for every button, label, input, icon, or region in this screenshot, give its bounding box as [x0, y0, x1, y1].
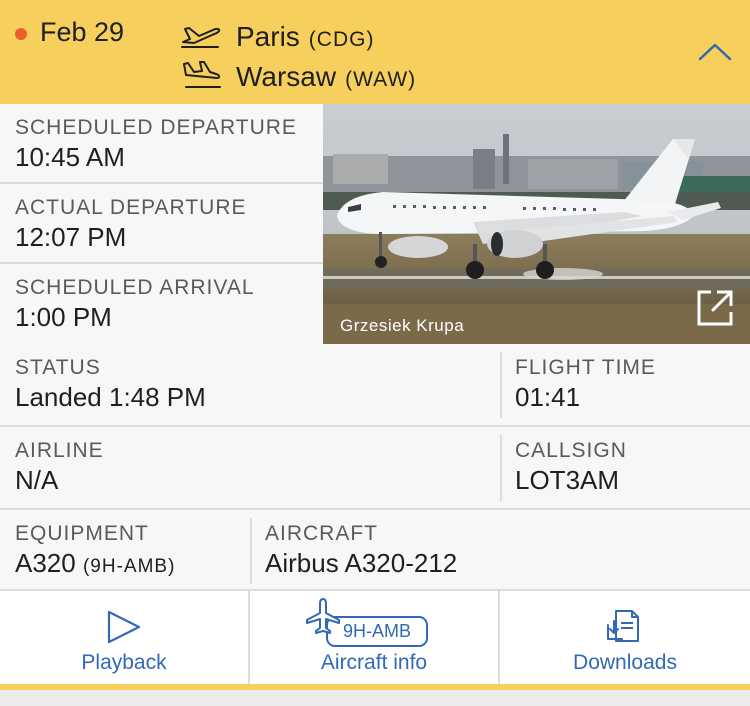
scheduled-departure: SCHEDULED DEPARTURE 10:45 AM [0, 104, 323, 184]
airline-value: N/A [15, 465, 59, 495]
scheduled-departure-label: SCHEDULED DEPARTURE [15, 116, 297, 139]
aircraft-photo-image [323, 104, 750, 344]
divider [250, 518, 252, 584]
status-dot [15, 28, 27, 40]
play-icon [107, 610, 141, 644]
status-label: STATUS [15, 356, 101, 379]
origin-code: (CDG) [308, 28, 375, 51]
airline-label: AIRLINE [15, 439, 104, 462]
origin-city: Paris [236, 21, 300, 52]
destination-code: (WAW) [345, 68, 417, 91]
equipment-value: A320 [15, 548, 76, 578]
equipment-registration: (9H-AMB) [82, 556, 176, 577]
divider [500, 435, 502, 501]
times-panel: SCHEDULED DEPARTURE 10:45 AM ACTUAL DEPA… [0, 104, 323, 344]
downloads-label: Downloads [573, 651, 677, 674]
actual-departure-label: ACTUAL DEPARTURE [15, 196, 247, 219]
equipment-label: EQUIPMENT [15, 522, 149, 545]
callsign-value: LOT3AM [515, 465, 620, 495]
next-flight-strip[interactable] [0, 690, 750, 706]
destination-city: Warsaw [236, 61, 337, 92]
divider [500, 352, 502, 418]
origin-row: Paris (CDG) [180, 16, 374, 53]
plane-tag-icon: 9H-AMB [306, 598, 428, 647]
destination-row: Warsaw (WAW) [180, 56, 416, 93]
actual-departure: ACTUAL DEPARTURE 12:07 PM [0, 184, 323, 264]
arrival-plane-icon [183, 61, 221, 88]
flight-time-value: 01:41 [515, 382, 581, 412]
download-document-icon [607, 610, 639, 642]
chevron-up-icon[interactable] [697, 40, 733, 64]
external-link-icon[interactable] [695, 288, 735, 328]
photo-credit: Grzesiek Krupa [340, 316, 465, 335]
callsign-label: CALLSIGN [515, 439, 627, 462]
equipment-value-group: A320 (9H-AMB) [15, 548, 175, 579]
status-value: Landed 1:48 PM [15, 382, 206, 412]
aircraft-value: Airbus A320-212 [265, 548, 458, 578]
flight-time-label: FLIGHT TIME [515, 356, 656, 379]
scheduled-arrival: SCHEDULED ARRIVAL 1:00 PM [0, 264, 323, 344]
aircraft-photo[interactable]: Grzesiek Krupa [323, 104, 750, 344]
equipment-row: EQUIPMENT A320 (9H-AMB) AIRCRAFT Airbus … [0, 510, 750, 591]
aircraft-info-label: Aircraft info [320, 651, 428, 674]
departure-plane-icon [181, 27, 221, 48]
aircraft-tag: 9H-AMB [343, 621, 411, 641]
flight-date: Feb 29 [40, 17, 125, 47]
aircraft-info-button[interactable]: 9H-AMB Aircraft info [250, 591, 500, 685]
flight-header[interactable]: Feb 29 Paris (CDG) Warsaw (WAW) [0, 0, 750, 104]
action-bar: Playback 9H-AMB Aircraft info Downloads [0, 591, 750, 685]
airline-row: AIRLINE N/A CALLSIGN LOT3AM [0, 427, 750, 510]
playback-button[interactable]: Playback [0, 591, 250, 685]
aircraft-label: AIRCRAFT [265, 522, 378, 545]
scheduled-arrival-value: 1:00 PM [15, 302, 112, 332]
downloads-button[interactable]: Downloads [500, 591, 750, 685]
status-row: STATUS Landed 1:48 PM FLIGHT TIME 01:41 [0, 344, 750, 427]
scheduled-departure-value: 10:45 AM [15, 142, 125, 172]
scheduled-arrival-label: SCHEDULED ARRIVAL [15, 276, 255, 299]
actual-departure-value: 12:07 PM [15, 222, 127, 252]
playback-label: Playback [81, 651, 167, 674]
